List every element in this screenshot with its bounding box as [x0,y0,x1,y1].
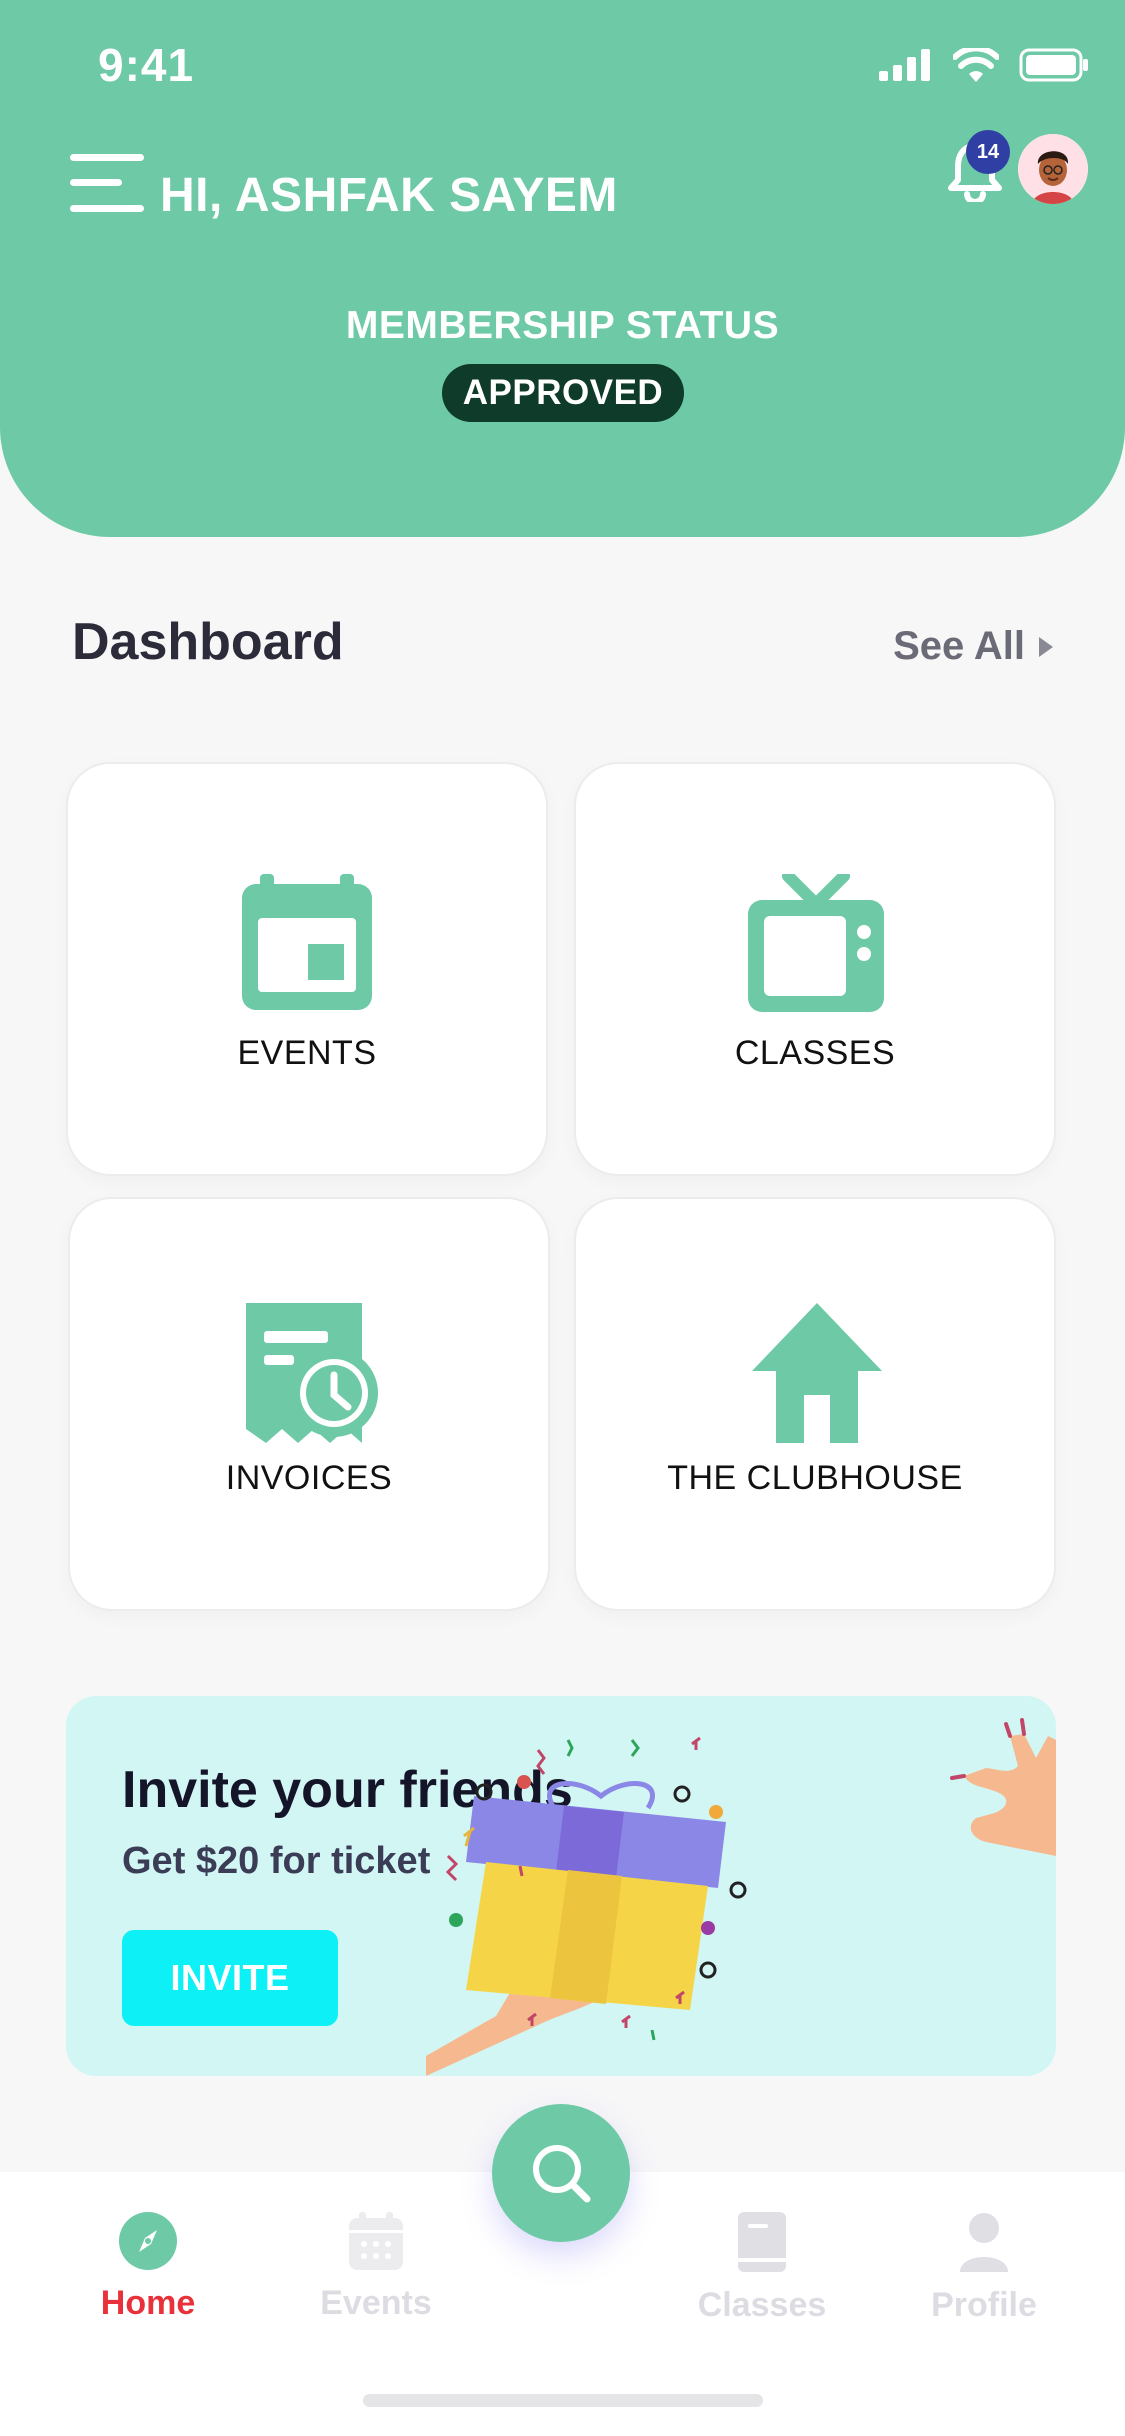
tab-classes-label: Classes [697,2286,827,2324]
events-card[interactable]: EVENTS [66,762,548,1176]
signal-icon [879,49,930,81]
clubhouse-card[interactable]: THE CLUBHOUSE [574,1197,1056,1611]
chevron-right-icon [1039,636,1053,657]
calendar-icon [349,2212,403,2270]
invite-banner: Invite your friends Get $20 for ticket I… [66,1696,1056,2076]
tab-profile-label: Profile [931,2286,1037,2324]
avatar-illustration [1018,134,1088,204]
clubhouse-card-label: THE CLUBHOUSE [667,1459,963,1497]
invite-button[interactable]: INVITE [122,1930,338,2026]
search-button[interactable] [492,2104,630,2242]
gift-illustration [426,1718,1056,2076]
invoices-card[interactable]: INVOICES [68,1197,550,1611]
compass-icon [119,2212,177,2270]
dashboard-title: Dashboard [72,613,344,671]
invite-subtitle: Get $20 for ticket [122,1840,431,1882]
events-card-label: EVENTS [237,1034,377,1072]
classes-card-label: CLASSES [734,1034,896,1072]
notification-badge: 14 [966,130,1010,174]
membership-status-badge: APPROVED [442,364,684,422]
status-time: 9:41 [98,39,195,91]
see-all-label: See All [893,624,1025,668]
wifi-icon [953,48,999,82]
tv-icon [748,874,884,1012]
tab-home[interactable]: Home [58,2212,238,2323]
see-all-link[interactable]: See All [893,624,1053,669]
tab-events-label: Events [320,2284,432,2322]
house-icon [752,1303,882,1443]
battery-icon [1019,48,1088,82]
search-icon [533,2145,591,2203]
greeting-title: HI, ASHFAK SAYEM [160,169,618,222]
classes-card[interactable]: CLASSES [574,762,1056,1176]
tab-classes[interactable]: Classes [672,2212,852,2325]
tab-home-label: Home [100,2284,196,2322]
invoice-clock-icon [246,1303,378,1443]
person-icon [960,2213,1008,2272]
avatar[interactable] [1018,134,1088,204]
book-icon [738,2212,786,2272]
invoices-card-label: INVOICES [225,1459,393,1497]
header-banner: 9:41 HI, ASHFAK SAYEM 14 MEMBERSHIP STAT… [0,0,1125,537]
status-icons [879,48,1089,82]
tab-events[interactable]: Events [286,2212,466,2323]
tab-profile[interactable]: Profile [894,2212,1074,2325]
calendar-icon [242,874,372,1010]
menu-icon[interactable] [70,154,144,212]
home-indicator [363,2394,763,2407]
membership-status-title: MEMBERSHIP STATUS [345,304,780,347]
